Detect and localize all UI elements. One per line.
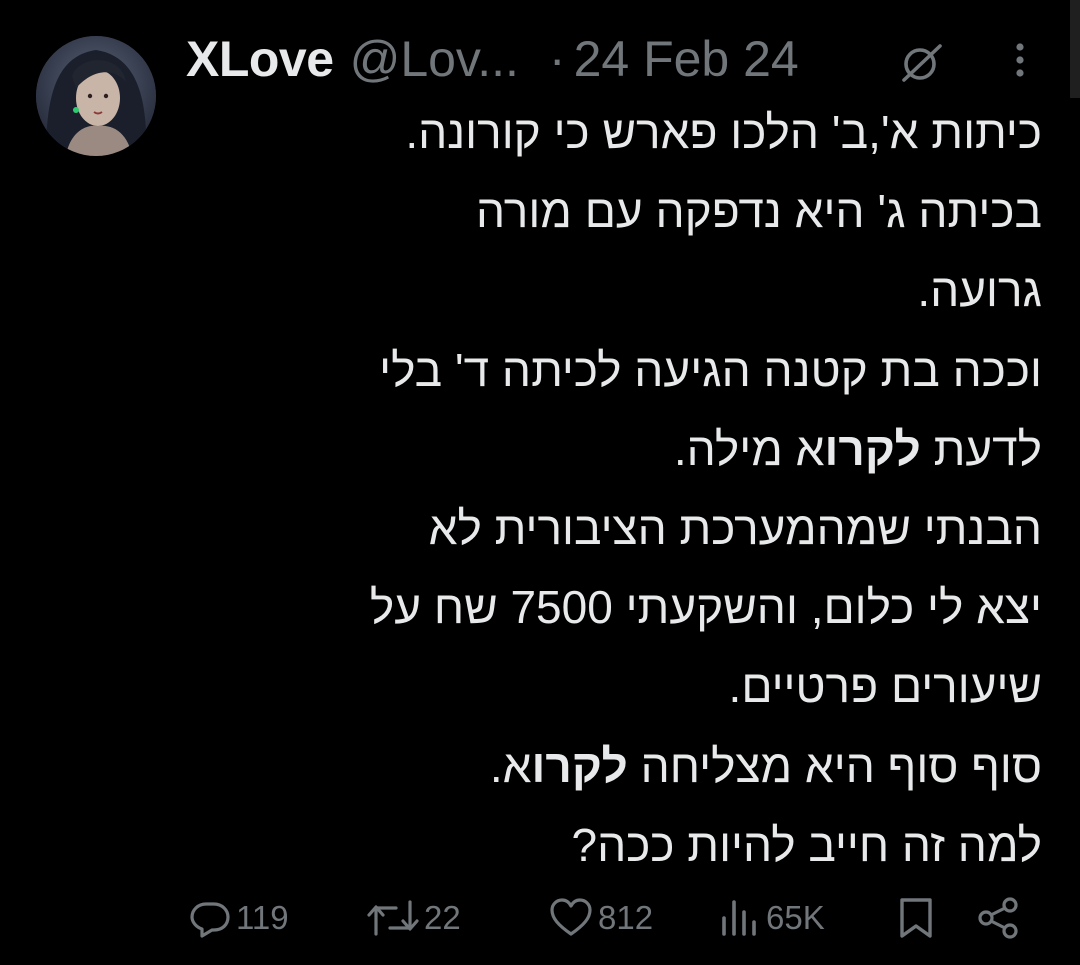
bookmark-button[interactable]	[896, 888, 936, 948]
tweet-line: סוף סוף היא מצליחה לקרוא.	[180, 727, 1042, 806]
line-text: א.	[489, 739, 532, 792]
tweet-line: וככה בת קטנה הגיעה לכיתה ד' בלי	[379, 343, 1042, 396]
bold-word: לקרו	[824, 422, 921, 475]
bookmark-icon	[900, 898, 932, 938]
tweet-date[interactable]: 24 Feb 24	[574, 30, 799, 88]
tweet-line: שיעורים פרטיים.	[728, 660, 1042, 713]
repost-button[interactable]: 22	[366, 888, 461, 948]
avatar[interactable]	[36, 36, 156, 156]
more-vertical-icon[interactable]	[1000, 40, 1040, 80]
tweet-line: הבנתי שמהמערכת הציבורית לא	[428, 501, 1042, 554]
author-handle[interactable]: @Lov...	[350, 30, 519, 88]
reply-count: 119	[236, 899, 289, 936]
share-icon	[978, 897, 1018, 939]
line-text: סוף סוף היא מצליחה	[627, 739, 1042, 792]
repost-count: 22	[424, 899, 461, 936]
action-bar: 119 22 812 65K	[0, 888, 1080, 948]
tweet-line: לדעת לקרוא מילה.	[180, 410, 1042, 489]
tweet-line: גרועה.	[917, 264, 1042, 317]
views-count: 65K	[766, 899, 825, 936]
line-text: לדעת	[920, 422, 1042, 475]
views-button[interactable]: 65K	[718, 888, 825, 948]
views-bars-icon	[722, 900, 756, 936]
tweet-text: כיתות א',ב' הלכו פארש כי קורונה. בכיתה ג…	[180, 93, 1042, 885]
tweet-line: למה זה חייב להיות ככה?	[571, 818, 1042, 871]
author-name[interactable]: XLove	[186, 30, 334, 88]
tweet-line: כיתות א',ב' הלכו פארש כי קורונה.	[405, 106, 1042, 158]
tweet-header: XLove @Lov... · 24 Feb 24	[186, 28, 799, 90]
avatar-illustration-icon	[36, 36, 156, 156]
scrollbar[interactable]	[1070, 0, 1080, 98]
separator-dot: ·	[548, 31, 566, 87]
line-text: א מילה.	[673, 422, 825, 475]
tweet-line: בכיתה ג' היא נדפקה עם מורה	[476, 185, 1042, 238]
heart-icon	[550, 898, 592, 936]
share-button[interactable]	[976, 888, 1022, 948]
tweet-line: יצא לי כלום, והשקעתי 7500 שח על	[369, 581, 1042, 634]
bold-word: לקרו	[531, 739, 628, 792]
edited-slash-icon[interactable]	[896, 38, 944, 86]
like-button[interactable]: 812	[548, 888, 653, 948]
reply-bubble-icon	[190, 902, 230, 938]
reply-button[interactable]: 119	[188, 888, 289, 948]
like-count: 812	[598, 899, 654, 936]
repost-arrows-icon	[367, 900, 419, 936]
